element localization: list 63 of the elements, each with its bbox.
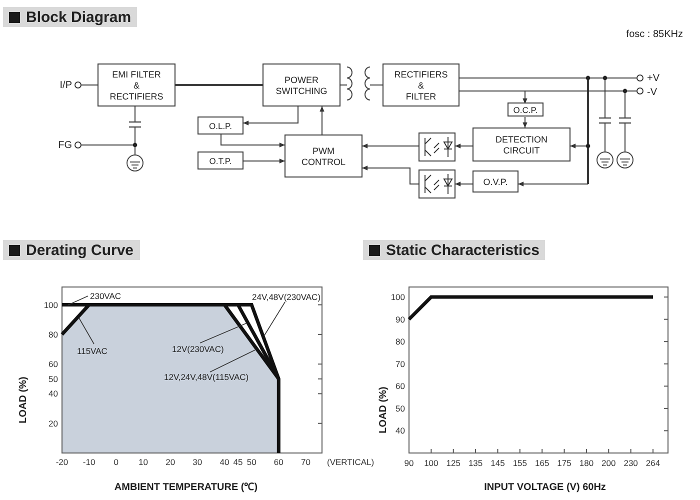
tick-label: 40 [396,426,405,436]
circuit-block: O.T.P. [198,152,244,170]
tick-label: 20 [48,418,58,428]
tick-label: 264 [646,458,660,468]
tick-label: 100 [44,300,58,310]
axis-title: INPUT VOLTAGE (V) 60Hz [484,482,606,493]
circuit-block: POWER SWITCHING [262,64,340,106]
tick-label: 50 [246,457,256,467]
tick-label: 60 [396,381,405,392]
circuit-block: RECTIFIERS & FILTER [382,64,460,106]
tick-label: 40 [220,457,230,467]
terminal-label: +V [647,73,660,84]
tick-label: 80 [48,329,58,340]
axis-title: AMBIENT TEMPERATURE (℃) [114,482,258,493]
tick-label: 60 [48,359,58,370]
tick-label: 70 [396,358,405,369]
tick-label: 90 [396,314,405,324]
tick-label: 145 [490,458,505,468]
tick-label: 200 [602,458,616,468]
tick-label: 45 [233,457,243,467]
axis-note: (VERTICAL) [327,457,374,467]
tick-label: 70 [301,457,310,467]
annotation-label: 115VAC [77,346,108,356]
circuit-block: O.L.P. [198,116,244,134]
circuit-block: EMI FILTER & RECTIFIERS [98,64,176,106]
tick-label: 165 [535,458,550,468]
section-title: Static Characteristics [386,242,540,258]
tick-label: 80 [396,336,405,347]
tick-label: -10 [82,457,96,467]
axis-title: LOAD (%) [18,376,29,424]
tick-label: -20 [56,457,68,467]
annotation-label: 12V,24V,48V(115VAC) [164,372,249,382]
tick-label: 175 [557,458,572,468]
tick-label: 125 [446,458,460,468]
annotation-label: 12V(230VAC) [172,344,224,354]
circuit-block: DETECTION CIRCUIT [472,128,570,162]
annotation-label: 230VAC [90,291,122,301]
terminal-label: I/P [60,80,72,91]
tick-label: 90 [404,458,414,468]
tick-label: 20 [166,457,176,467]
tick-label: 230 [624,458,638,468]
circuit-block: O.V.P. [472,170,518,192]
tick-label: 100 [424,458,438,468]
annotation-label: 24V,48V(230VAC) [252,292,321,302]
tick-label: 180 [579,458,594,468]
tick-label: 0 [114,457,119,467]
section-title: Block Diagram [26,10,132,24]
frequency-note: fosc : 85KHz [626,29,683,40]
axis-title: LOAD (%) [378,386,389,434]
tick-label: 30 [192,457,202,467]
terminal-label: -V [647,87,657,98]
section-title: Derating Curve [26,242,134,258]
tick-label: 100 [390,292,405,302]
tick-label: 10 [138,457,148,467]
tick-label: 50 [396,403,405,414]
tick-label: 135 [468,458,483,468]
circuit-block: PWM CONTROL [284,134,362,178]
terminal-label: FG [58,140,72,151]
tick-label: 155 [512,458,527,468]
circuit-block: O.C.P. [508,102,544,116]
tick-label: 50 [48,374,58,384]
tick-label: 60 [274,457,284,467]
tick-label: 40 [48,388,58,399]
